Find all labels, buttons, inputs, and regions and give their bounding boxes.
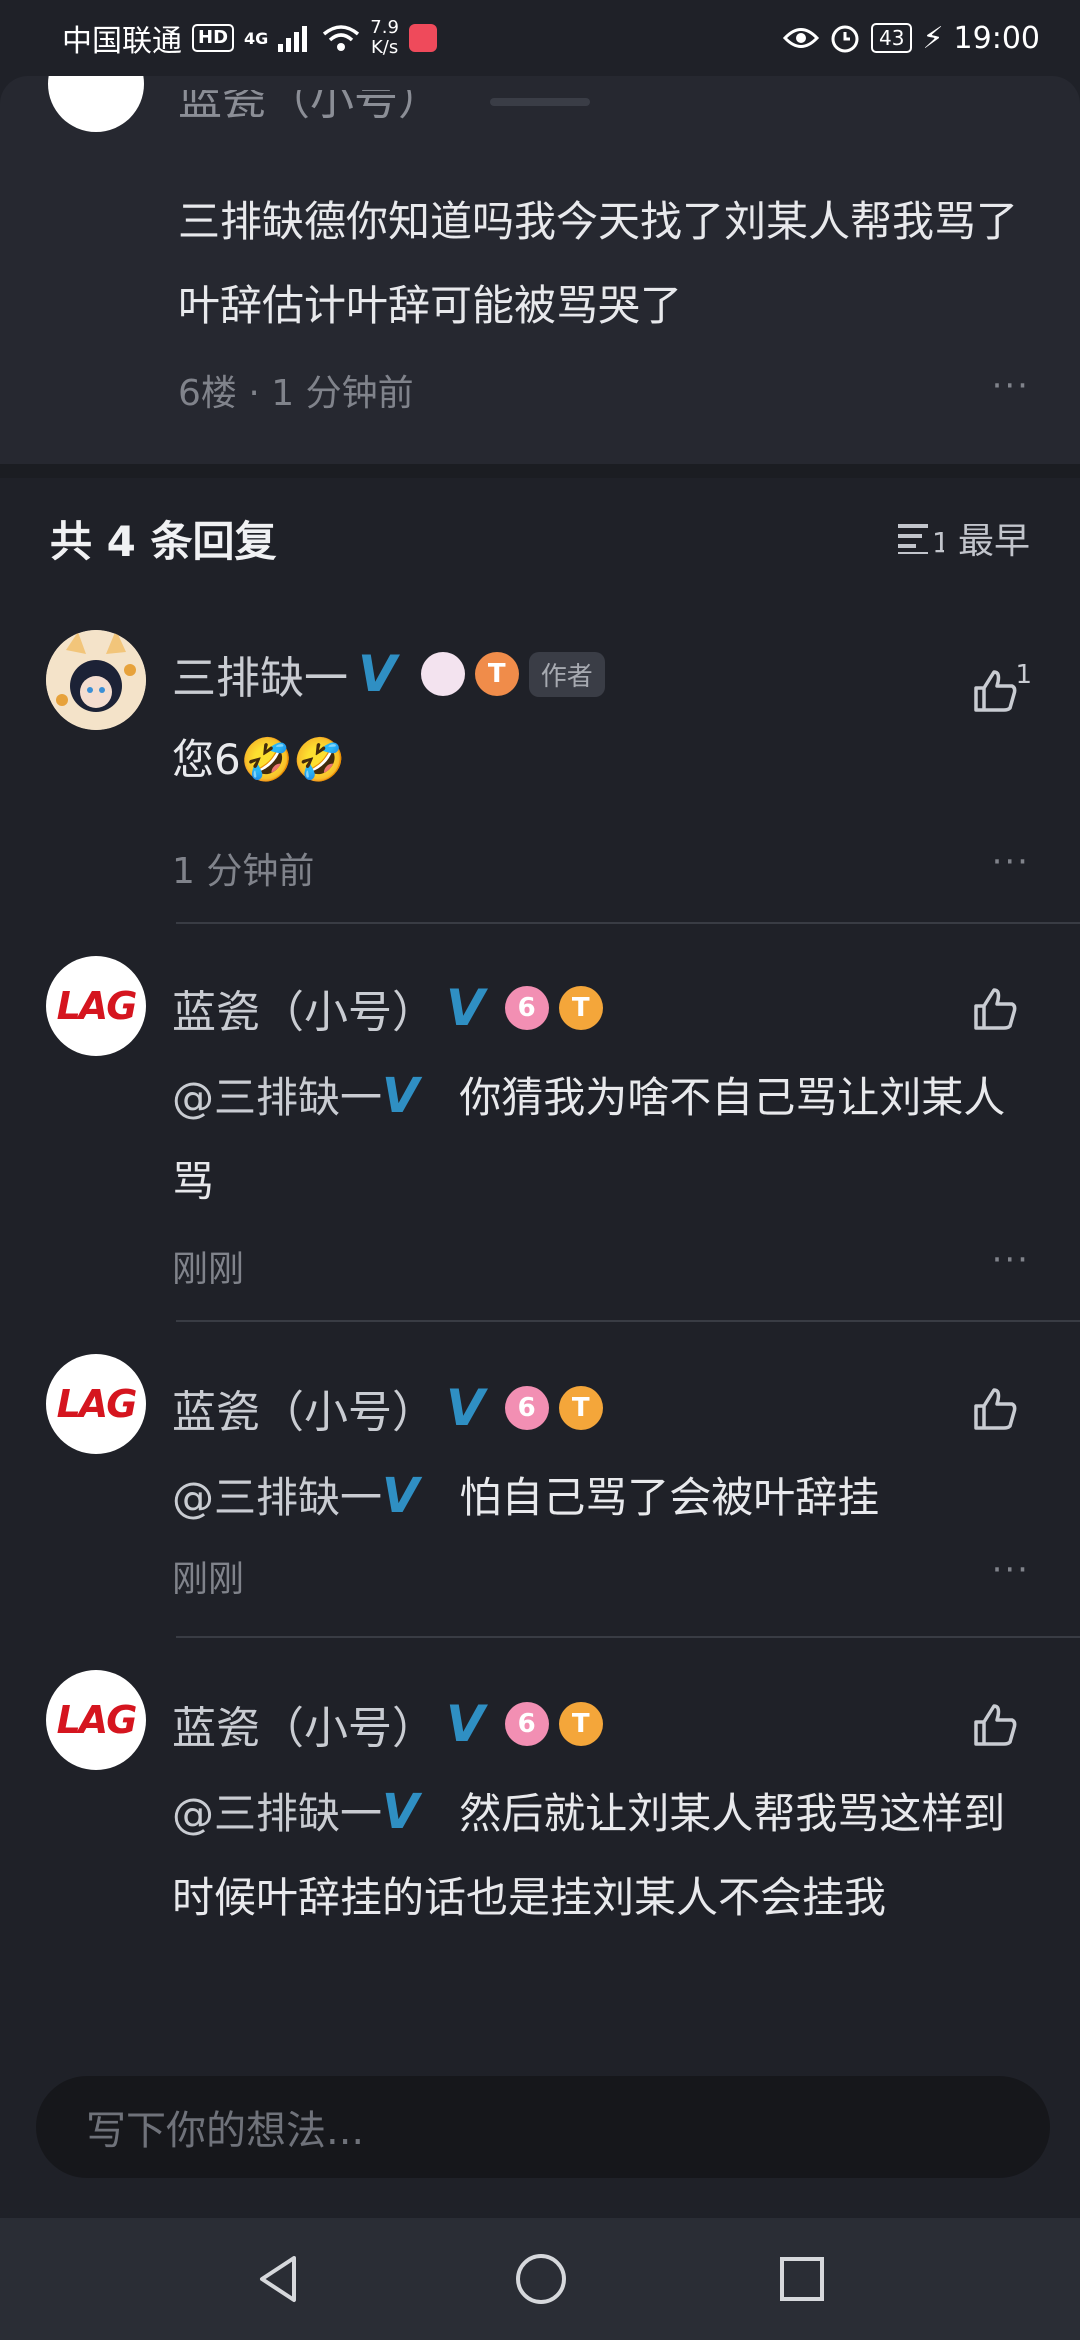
more-icon[interactable]: ··· bbox=[992, 842, 1030, 882]
post-text: 三排缺德你知道吗我今天找了刘某人帮我骂了叶辞估计叶辞可能被骂哭了 bbox=[178, 197, 1019, 330]
medal-icon bbox=[420, 652, 465, 696]
reply-text: @三排缺一V 然后就让刘某人帮我骂这样到时候叶辞挂的话也是挂刘某人不会挂我 bbox=[172, 1770, 1032, 1940]
reply-header: 蓝瓷（小号） V 6 T bbox=[172, 976, 603, 1040]
divider bbox=[176, 1320, 1080, 1322]
level-badge-icon: 6 bbox=[504, 986, 549, 1030]
sort-icon: 1 bbox=[897, 524, 944, 554]
sort-toggle[interactable]: 1 最早 bbox=[897, 512, 1030, 564]
level-badge-icon: 6 bbox=[504, 1386, 549, 1430]
app-notification-icon bbox=[408, 24, 437, 52]
user-name[interactable]: 三排缺一 bbox=[172, 642, 348, 706]
more-icon[interactable]: ··· bbox=[992, 1550, 1030, 1590]
reply-header: 三排缺一 V T 作者 bbox=[172, 642, 605, 706]
mention-link[interactable]: @三排缺一V bbox=[172, 1784, 419, 1840]
verified-icon: V bbox=[358, 645, 397, 703]
post-author-name[interactable]: 蓝瓷（小号） bbox=[178, 90, 442, 130]
lag-logo: LAG bbox=[56, 984, 138, 1028]
reply-item: LAG 蓝瓷（小号） V 6 T @三排缺一V 然后就让刘某人帮我骂这样到时候叶… bbox=[0, 1666, 1080, 2046]
system-nav-bar bbox=[0, 2218, 1080, 2340]
divider bbox=[0, 464, 1080, 478]
anime-avatar-image bbox=[46, 630, 146, 730]
reply-header: 蓝瓷（小号） V 6 T bbox=[172, 1692, 603, 1756]
level-badge-icon: T bbox=[558, 1386, 603, 1430]
charging-icon: ⚡ bbox=[922, 20, 944, 56]
sort-label: 最早 bbox=[957, 521, 1030, 562]
verified-icon: V bbox=[446, 979, 485, 1037]
verified-icon: V bbox=[446, 1379, 485, 1437]
wifi-icon bbox=[323, 25, 360, 51]
like-icon[interactable] bbox=[970, 984, 1020, 1034]
comment-placeholder: 写下你的想法... bbox=[86, 2108, 365, 2154]
lag-logo: LAG bbox=[56, 1382, 138, 1426]
like-count: 1 bbox=[1015, 660, 1032, 690]
hd-icon: HD bbox=[192, 24, 235, 52]
reply-text: 您6🤣🤣 bbox=[172, 735, 346, 784]
replies-header: 共 4 条回复 1 最早 bbox=[0, 478, 1080, 598]
signal-icon bbox=[278, 26, 308, 52]
mention-link[interactable]: @三排缺一V bbox=[172, 1068, 419, 1124]
original-comment: 蓝瓷（小号） 三排缺德你知道吗我今天找了刘某人帮我骂了叶辞估计叶辞可能被骂哭了 … bbox=[0, 76, 1080, 464]
avatar[interactable] bbox=[48, 76, 144, 132]
verified-icon: V bbox=[382, 1468, 420, 1524]
post-meta: 6楼 · 1 分钟前 bbox=[178, 373, 414, 414]
reply-meta: 刚刚 bbox=[172, 1249, 245, 1290]
user-name[interactable]: 蓝瓷（小号） bbox=[172, 1376, 436, 1440]
alarm-icon bbox=[831, 25, 859, 53]
level-badge-icon: T bbox=[558, 986, 603, 1030]
reply-item: LAG 蓝瓷（小号） V 6 T @三排缺一V 你猜我为啥不自己骂让刘某人骂 刚… bbox=[0, 950, 1080, 1322]
status-bar: 中国联通 HD 4G 7.9 K/s 43 ⚡ 19:00 bbox=[0, 0, 1080, 76]
avatar[interactable] bbox=[46, 630, 146, 730]
level-badge-icon: T bbox=[474, 652, 519, 696]
lag-logo: LAG bbox=[56, 1698, 138, 1742]
reply-item: 三排缺一 V T 作者 1 您6🤣🤣 1 分钟前 ··· bbox=[0, 620, 1080, 924]
user-name[interactable]: 蓝瓷（小号） bbox=[172, 1692, 436, 1756]
reply-count-title: 共 4 条回复 bbox=[50, 516, 277, 566]
recents-icon[interactable] bbox=[778, 2255, 826, 2303]
verified-icon: V bbox=[382, 1784, 420, 1840]
carrier-label: 中国联通 bbox=[62, 24, 182, 59]
like-icon[interactable] bbox=[970, 1700, 1020, 1750]
reply-meta: 刚刚 bbox=[172, 1559, 245, 1600]
reply-text: @三排缺一V 你猜我为啥不自己骂让刘某人骂 bbox=[172, 1054, 1032, 1224]
avatar[interactable]: LAG bbox=[46, 956, 146, 1056]
reply-item: LAG 蓝瓷（小号） V 6 T @三排缺一V 怕自己骂了会被叶辞挂 刚刚 ··… bbox=[0, 1350, 1080, 1640]
back-icon[interactable] bbox=[254, 2252, 304, 2306]
network-type: 4G bbox=[244, 28, 269, 48]
avatar[interactable]: LAG bbox=[46, 1670, 146, 1770]
reply-meta: 1 分钟前 bbox=[172, 851, 315, 892]
more-icon[interactable]: ··· bbox=[992, 1240, 1030, 1280]
avatar[interactable]: LAG bbox=[46, 1354, 146, 1454]
network-speed: 7.9 K/s bbox=[370, 17, 399, 58]
mention-link[interactable]: @三排缺一V bbox=[172, 1468, 419, 1524]
sheet-drag-handle[interactable] bbox=[490, 98, 590, 106]
divider bbox=[176, 922, 1080, 924]
divider bbox=[176, 1636, 1080, 1638]
reply-text: @三排缺一V 怕自己骂了会被叶辞挂 bbox=[172, 1454, 1032, 1540]
clock: 19:00 bbox=[953, 20, 1040, 56]
eye-icon bbox=[783, 28, 819, 48]
comment-input[interactable]: 写下你的想法... bbox=[36, 2076, 1050, 2178]
author-tag: 作者 bbox=[528, 651, 605, 697]
home-icon[interactable] bbox=[514, 2252, 568, 2306]
battery-icon: 43 bbox=[871, 23, 913, 53]
level-badge-icon: T bbox=[558, 1702, 603, 1746]
verified-icon: V bbox=[446, 1695, 485, 1753]
reply-body: 怕自己骂了会被叶辞挂 bbox=[459, 1473, 880, 1522]
level-badge-icon: 6 bbox=[504, 1702, 549, 1746]
svg-text:1: 1 bbox=[932, 526, 944, 554]
more-icon[interactable]: ··· bbox=[992, 366, 1030, 406]
reply-header: 蓝瓷（小号） V 6 T bbox=[172, 1376, 603, 1440]
user-name[interactable]: 蓝瓷（小号） bbox=[172, 976, 436, 1040]
like-icon[interactable] bbox=[970, 1384, 1020, 1434]
like-icon[interactable] bbox=[970, 666, 1020, 716]
verified-icon: V bbox=[382, 1068, 420, 1124]
